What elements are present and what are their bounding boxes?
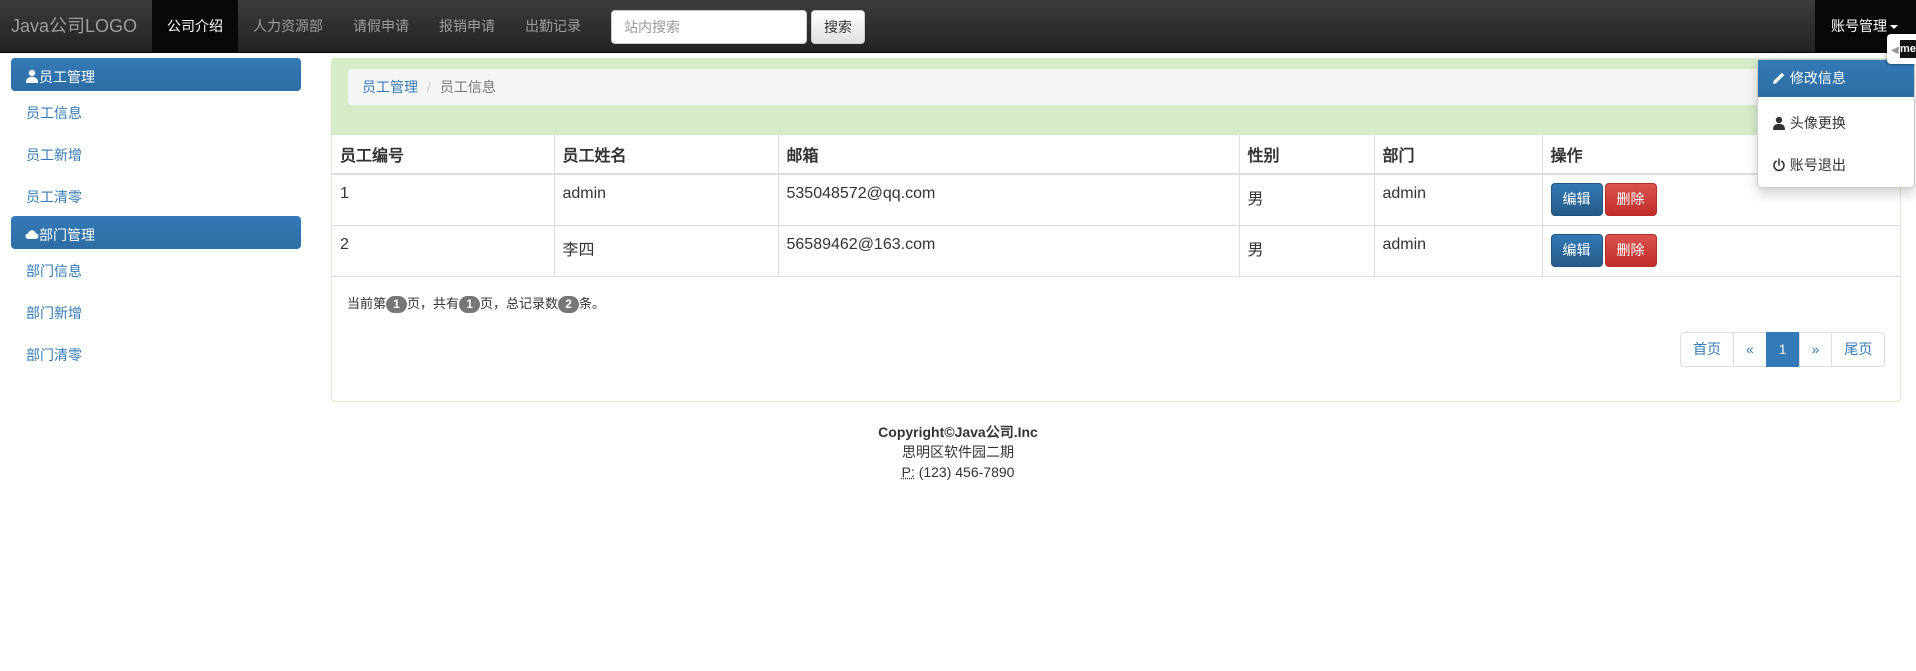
page-info-mid2: 页，总记录数 bbox=[480, 296, 559, 311]
column-header-name: 员工姓名 bbox=[554, 135, 779, 175]
footer-copyright: Copyright©Java公司.Inc bbox=[878, 424, 1038, 440]
cell-id: 2 bbox=[332, 225, 555, 277]
page-info: 当前第 1 页，共有 1 页，总记录数 2 条。 bbox=[347, 293, 605, 313]
sidebar-item-employee-clear[interactable]: 员工清零 bbox=[26, 187, 82, 207]
sidebar-item-employee-add[interactable]: 员工新增 bbox=[26, 145, 82, 165]
edit-button[interactable]: 编辑 bbox=[1550, 183, 1603, 216]
cell-department: admin bbox=[1374, 174, 1543, 226]
edge-side-tab[interactable]: ◀ me bbox=[1887, 34, 1916, 64]
cell-actions: 编辑 删除 bbox=[1542, 225, 1900, 277]
table-header-row: 员工编号 员工姓名 邮箱 性别 部门 操作 bbox=[332, 135, 1900, 175]
brand-logo[interactable]: Java公司LOGO bbox=[11, 0, 137, 53]
footer-phone: (123) 456-7890 bbox=[918, 464, 1015, 480]
sidebar-group-employee[interactable]: 员工管理 bbox=[11, 58, 301, 91]
footer-phone-abbr: P: bbox=[901, 464, 915, 480]
footer-phone-line: P: (123) 456-7890 bbox=[0, 462, 1916, 482]
power-icon bbox=[1773, 158, 1785, 172]
breadcrumb-current: 员工信息 bbox=[439, 79, 496, 95]
search-input[interactable] bbox=[611, 10, 807, 44]
sidebar-group-department[interactable]: 部门管理 bbox=[11, 216, 301, 249]
delete-button[interactable]: 删除 bbox=[1604, 183, 1657, 216]
total-records-badge: 2 bbox=[558, 296, 580, 313]
cell-name: 李四 bbox=[554, 225, 779, 277]
page-info-suffix: 条。 bbox=[579, 296, 606, 311]
nav-item-reimbursement[interactable]: 报销申请 bbox=[424, 0, 510, 53]
nav-item-attendance[interactable]: 出勤记录 bbox=[510, 0, 596, 53]
cell-gender: 男 bbox=[1239, 174, 1375, 226]
table-row: 1 admin 535048572@qq.com 男 admin 编辑 删除 bbox=[332, 174, 1900, 226]
cell-email: 56589462@163.com bbox=[778, 225, 1240, 277]
column-header-id: 员工编号 bbox=[332, 135, 555, 175]
pagination: 首页 « 1 » 尾页 bbox=[1680, 332, 1886, 367]
dropdown-item-label: 账号退出 bbox=[1789, 157, 1846, 173]
employee-table: 员工编号 员工姓名 邮箱 性别 部门 操作 1 admin 535048572@… bbox=[332, 135, 1900, 277]
footer: Copyright©Java公司.Inc 思明区软件园二期 P: (123) 4… bbox=[0, 422, 1916, 482]
sidebar-item-department-add[interactable]: 部门新增 bbox=[26, 303, 82, 323]
breadcrumb-parent-link[interactable]: 员工管理 bbox=[362, 79, 418, 95]
nav-item-hr[interactable]: 人力资源部 bbox=[238, 0, 338, 53]
dropdown-item-logout[interactable]: 账号退出 bbox=[1758, 147, 1914, 184]
dropdown-item-edit-info[interactable]: 修改信息 bbox=[1758, 60, 1914, 97]
user-icon bbox=[26, 69, 38, 83]
column-header-department: 部门 bbox=[1374, 135, 1543, 175]
dropdown-item-change-avatar[interactable]: 头像更换 bbox=[1758, 105, 1914, 142]
search-button[interactable]: 搜索 bbox=[811, 10, 865, 44]
account-dropdown-menu: 修改信息 头像更换 账号退出 bbox=[1757, 59, 1915, 188]
cloud-icon bbox=[25, 230, 39, 239]
pagination-last[interactable]: 尾页 bbox=[1831, 332, 1886, 367]
cell-department: admin bbox=[1374, 225, 1543, 277]
sidebar-item-department-clear[interactable]: 部门清零 bbox=[26, 345, 82, 365]
breadcrumb-separator: / bbox=[427, 79, 431, 95]
pagination-prev[interactable]: « bbox=[1733, 332, 1767, 367]
total-pages-badge: 1 bbox=[459, 296, 481, 313]
cell-gender: 男 bbox=[1239, 225, 1375, 277]
breadcrumb: 员工管理 / 员工信息 bbox=[348, 69, 1888, 105]
arrow-left-icon: ◀ bbox=[1891, 45, 1899, 56]
sidebar-item-employee-info[interactable]: 员工信息 bbox=[26, 103, 82, 123]
page-info-mid1: 页，共有 bbox=[407, 296, 460, 311]
current-page-badge: 1 bbox=[386, 296, 408, 313]
nav-item-leave-request[interactable]: 请假申请 bbox=[338, 0, 424, 53]
top-navbar: Java公司LOGO 公司介绍 人力资源部 请假申请 报销申请 出勤记录 搜索 … bbox=[0, 0, 1916, 53]
pagination-page-1[interactable]: 1 bbox=[1765, 332, 1800, 367]
dropdown-item-label: 修改信息 bbox=[1789, 70, 1846, 86]
column-header-email: 邮箱 bbox=[778, 135, 1240, 175]
edit-button[interactable]: 编辑 bbox=[1550, 233, 1603, 267]
account-menu-label: 账号管理 bbox=[1831, 18, 1887, 34]
caret-down-icon bbox=[1890, 25, 1898, 30]
edge-tab-label: me bbox=[1900, 40, 1916, 58]
sidebar-item-department-info[interactable]: 部门信息 bbox=[26, 261, 82, 281]
footer-address: 思明区软件园二期 bbox=[902, 444, 1014, 460]
column-header-gender: 性别 bbox=[1239, 135, 1375, 175]
dropdown-item-label: 头像更换 bbox=[1789, 115, 1846, 131]
sidebar-group-title: 员工管理 bbox=[39, 69, 95, 85]
user-icon bbox=[1773, 116, 1785, 130]
pagination-next[interactable]: » bbox=[1798, 332, 1833, 367]
pagination-first[interactable]: 首页 bbox=[1680, 332, 1734, 367]
nav-item-company-intro[interactable]: 公司介绍 bbox=[152, 0, 238, 53]
page-info-prefix: 当前第 bbox=[347, 296, 387, 311]
pencil-icon bbox=[1773, 72, 1785, 84]
sidebar-group-title: 部门管理 bbox=[39, 227, 95, 243]
delete-button[interactable]: 删除 bbox=[1604, 233, 1657, 267]
cell-id: 1 bbox=[332, 174, 555, 226]
cell-email: 535048572@qq.com bbox=[778, 174, 1240, 226]
table-row: 2 李四 56589462@163.com 男 admin 编辑 删除 bbox=[332, 225, 1900, 277]
cell-name: admin bbox=[554, 174, 779, 226]
